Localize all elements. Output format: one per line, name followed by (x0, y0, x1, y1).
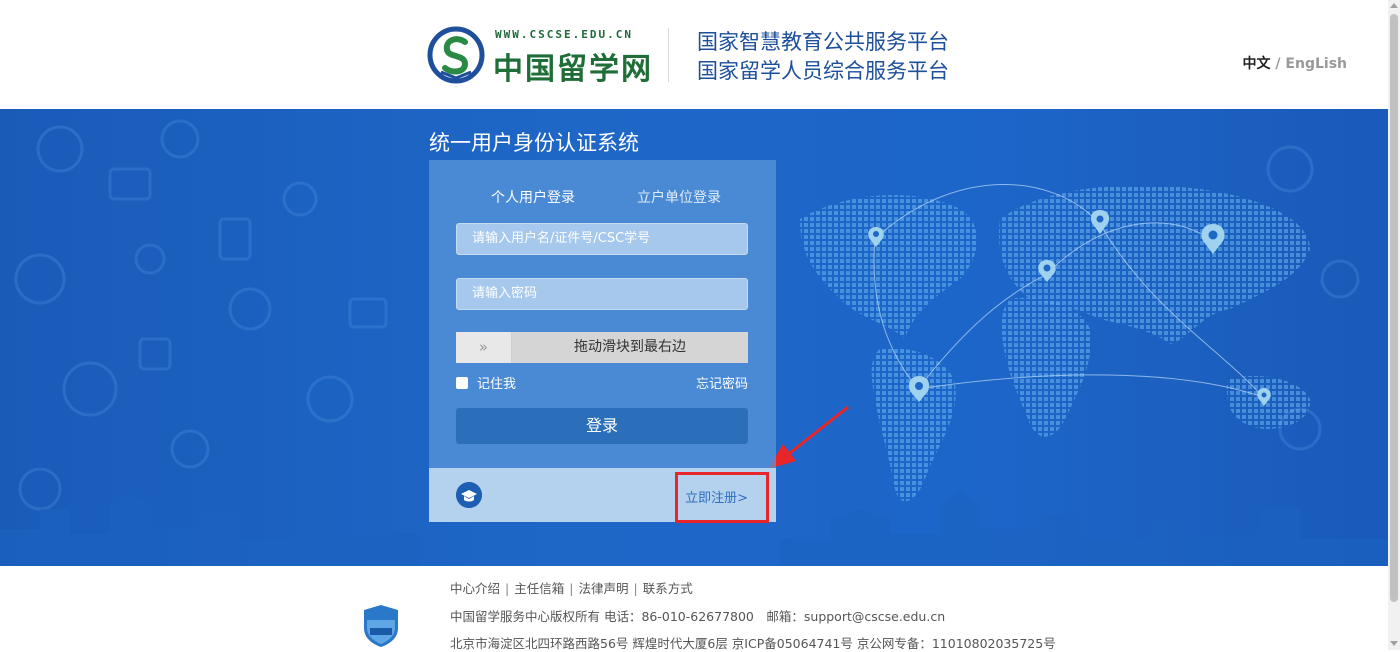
footer-link-director-mailbox[interactable]: 主任信箱 (514, 581, 564, 596)
tab-unit-login[interactable]: 立户单位登录 (637, 187, 721, 207)
footer-links: 中心介绍 | 主任信箱 | 法律声明 | 联系方式 (450, 581, 693, 596)
login-panel: 个人用户登录 立户单位登录 请输入用户名/证件号/CSC学号 请输入密码 » 拖… (429, 160, 776, 522)
slider-hint-text: 拖动滑块到最右边 (574, 339, 686, 355)
cscse-logo-icon (427, 26, 485, 84)
register-highlight-box (675, 472, 769, 523)
system-title: 统一用户身份认证系统 (429, 131, 639, 155)
forgot-password-link[interactable]: 忘记密码 (696, 373, 748, 392)
tab-personal-login[interactable]: 个人用户登录 (491, 187, 575, 207)
slider-handle[interactable]: » (456, 332, 512, 363)
education-cap-icon[interactable] (456, 482, 482, 508)
footer-copyright: 中国留学服务中心版权所有 电话：86-010-62677800 邮箱：suppo… (450, 609, 946, 624)
remember-me-checkbox[interactable] (456, 377, 468, 389)
password-input[interactable]: 请输入密码 (456, 278, 748, 310)
logo-name-text: 中国留学网 (493, 52, 653, 87)
platform-line-1: 国家智慧教育公共服务平台 (697, 30, 949, 54)
lang-english[interactable]: EngLish (1285, 56, 1347, 72)
remember-me[interactable]: 记住我 (456, 373, 516, 392)
scroll-up-arrow-icon[interactable] (1390, 3, 1398, 8)
footer-link-legal[interactable]: 法律声明 (578, 581, 628, 596)
site-header: WWW.CSCSE.EDU.CN 中国留学网 国家智慧教育公共服务平台 国家留学… (0, 0, 1388, 109)
site-footer: 中心介绍 | 主任信箱 | 法律声明 | 联系方式 中国留学服务中心版权所有 电话：86-0… (0, 566, 1388, 651)
scroll-down-arrow-icon[interactable] (1390, 641, 1398, 646)
lang-chinese[interactable]: 中文 (1243, 56, 1271, 72)
remember-me-label: 记住我 (477, 377, 517, 392)
public-institution-badge-icon[interactable] (362, 604, 400, 648)
footer-link-contact[interactable]: 联系方式 (643, 581, 693, 596)
slide-verification: » 拖动滑块到最右边 (456, 332, 748, 363)
scrollbar-thumb[interactable] (1390, 14, 1398, 602)
platform-names: 国家智慧教育公共服务平台 国家留学人员综合服务平台 (697, 28, 949, 86)
language-switch: 中文 / EngLish (1243, 53, 1347, 73)
cscse-logo[interactable]: WWW.CSCSE.EDU.CN 中国留学网 (427, 24, 657, 87)
logo-url-text: WWW.CSCSE.EDU.CN (495, 28, 633, 41)
page-scrollbar[interactable] (1388, 0, 1400, 650)
username-input[interactable]: 请输入用户名/证件号/CSC学号 (456, 223, 748, 255)
platform-line-2: 国家留学人员综合服务平台 (697, 59, 949, 83)
login-tabs: 个人用户登录 立户单位登录 (429, 187, 776, 233)
footer-address: 北京市海淀区北四环路西路56号 辉煌时代大厦6层 京ICP备05064741号 … (450, 636, 1056, 651)
login-button[interactable]: 登录 (456, 408, 748, 444)
footer-link-about[interactable]: 中心介绍 (450, 581, 500, 596)
header-divider (668, 28, 669, 82)
lang-separator: / (1270, 56, 1286, 72)
